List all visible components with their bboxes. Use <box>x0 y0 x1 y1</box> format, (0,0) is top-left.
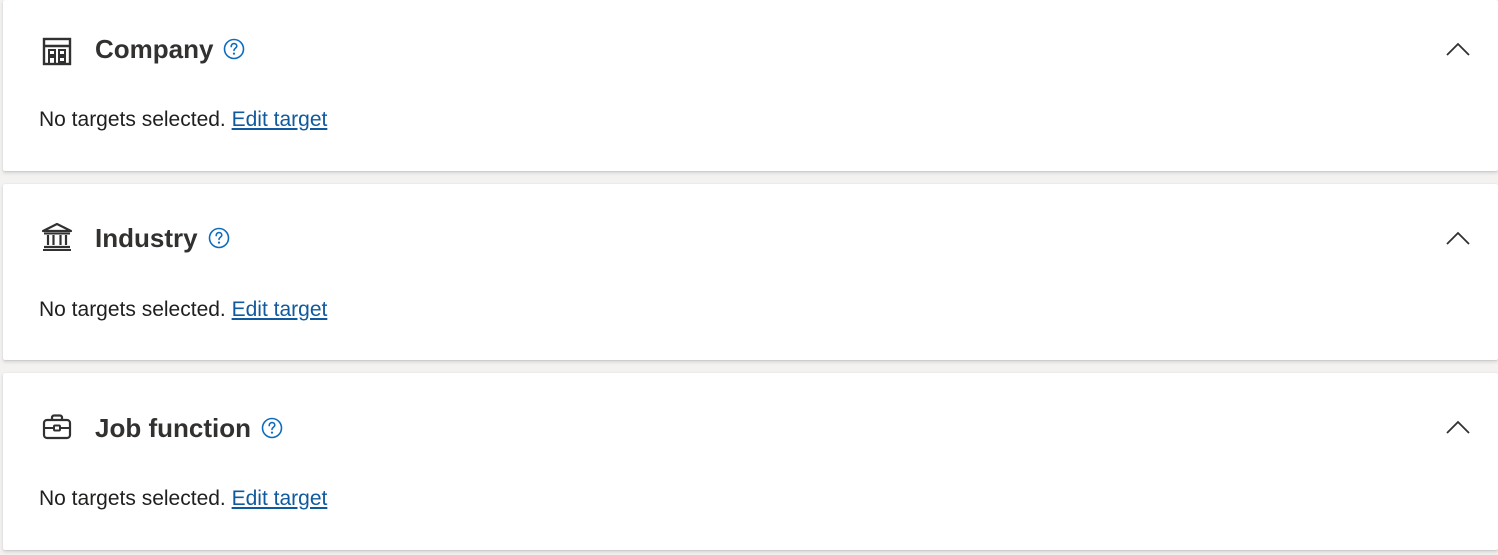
edit-target-link[interactable]: Edit target <box>232 108 328 131</box>
status-text: No targets selected. <box>39 298 226 321</box>
job-function-targets: No targets selected. Edit target <box>39 485 327 513</box>
briefcase-icon <box>41 411 73 443</box>
company-targets: No targets selected. Edit target <box>39 106 327 134</box>
status-text: No targets selected. <box>39 108 226 131</box>
help-icon[interactable] <box>261 417 283 439</box>
edit-target-link[interactable]: Edit target <box>232 487 328 510</box>
company-section: Company No targets selected. Edit target <box>3 0 1498 171</box>
help-icon[interactable] <box>223 38 245 60</box>
industry-section-header[interactable]: Industry <box>3 184 1498 284</box>
edit-target-link[interactable]: Edit target <box>232 298 328 321</box>
job-function-section-header[interactable]: Job function <box>3 373 1498 473</box>
building-icon <box>41 35 73 67</box>
help-icon[interactable] <box>208 227 230 249</box>
status-text: No targets selected. <box>39 487 226 510</box>
section-title: Job function <box>95 413 251 443</box>
chevron-up-icon[interactable] <box>1443 416 1473 438</box>
industry-targets: No targets selected. Edit target <box>39 296 327 324</box>
job-function-section: Job function No targets selected. Edit t… <box>3 373 1498 550</box>
chevron-up-icon[interactable] <box>1443 227 1473 249</box>
bank-icon <box>41 221 73 253</box>
industry-section: Industry No targets selected. Edit targe… <box>3 184 1498 360</box>
chevron-up-icon[interactable] <box>1443 38 1473 60</box>
section-title: Industry <box>95 223 198 253</box>
company-section-header[interactable]: Company <box>3 0 1498 100</box>
section-title: Company <box>95 34 214 64</box>
